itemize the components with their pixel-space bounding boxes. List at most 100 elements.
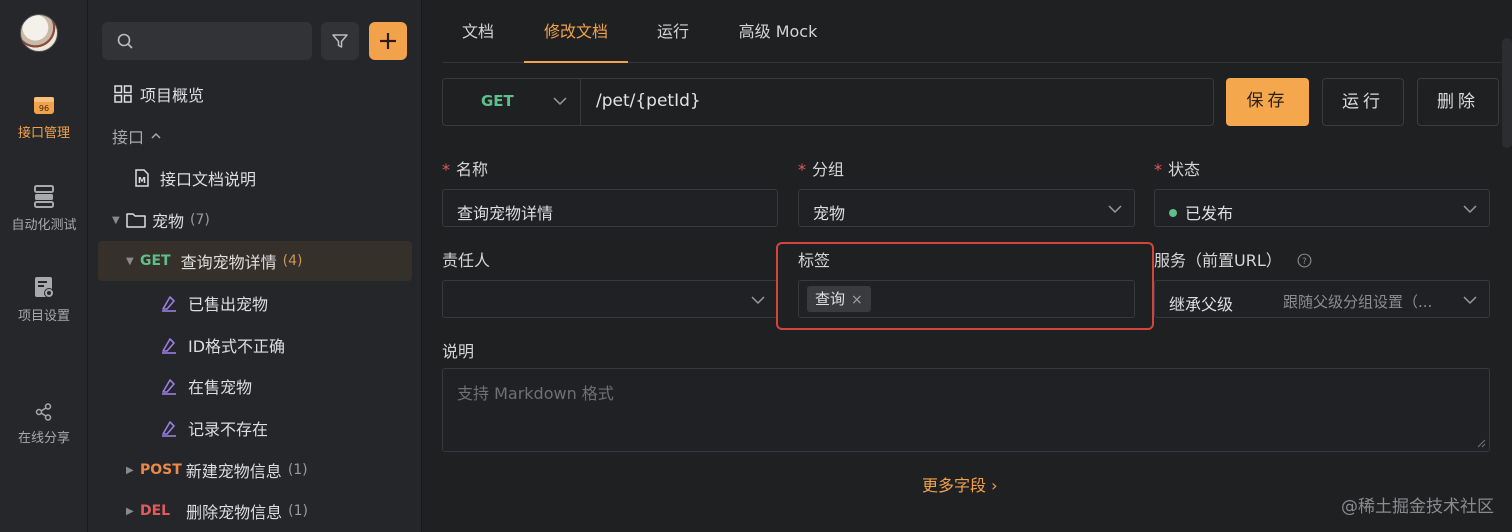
chevron-up-icon <box>151 132 161 139</box>
rail-item-automation-test[interactable]: 自动化测试 <box>0 184 88 233</box>
search-icon <box>117 33 133 49</box>
test-case-icon <box>162 338 176 354</box>
share-icon <box>35 403 52 421</box>
required-mark: * <box>442 160 450 179</box>
service-label-text: 服务（前置URL） <box>1154 251 1282 270</box>
folder-count: (7) <box>190 212 210 228</box>
method-badge: POST <box>140 462 182 478</box>
grid-icon <box>114 85 132 103</box>
delete-button[interactable]: 删除 <box>1417 78 1499 126</box>
search-input[interactable] <box>102 22 312 60</box>
status-value-wrap: 已发布 <box>1169 200 1233 224</box>
method-badge: GET <box>140 253 171 269</box>
plus-icon <box>380 33 396 49</box>
scrollbar[interactable] <box>1502 38 1512 148</box>
help-icon[interactable]: ? <box>1297 253 1312 268</box>
group-label-text: 分组 <box>812 160 845 179</box>
automation-test-icon <box>34 185 54 208</box>
status-dot <box>1169 209 1177 217</box>
path-input[interactable]: /pet/{petId} <box>596 91 701 111</box>
api-count: (1) <box>287 462 308 478</box>
required-mark: * <box>798 160 806 179</box>
chevron-down-icon <box>751 296 765 305</box>
svg-text:?: ? <box>1302 256 1306 266</box>
request-url-bar: GET /pet/{petId} <box>442 78 1214 126</box>
api-count: (4) <box>282 253 303 269</box>
doc-item-label: 接口文档说明 <box>160 170 257 189</box>
resize-handle-icon[interactable] <box>1476 438 1486 448</box>
name-field[interactable]: 查询宠物详情 <box>442 189 778 227</box>
service-value: 继承父级 <box>1169 295 1234 314</box>
caret-down-icon: ▼ <box>112 214 120 226</box>
service-hint: 跟随父级分组设置（... <box>1283 293 1433 311</box>
api-doc-item[interactable]: M 接口文档说明 <box>134 158 448 198</box>
svg-text:96: 96 <box>39 104 49 113</box>
rail-item-share[interactable]: 在线分享 <box>0 403 88 446</box>
api-item-del-pet[interactable]: ▶ DEL 删除宠物信息 (1) <box>126 491 440 531</box>
filter-icon <box>332 34 348 48</box>
save-button[interactable]: 保存 <box>1226 78 1309 126</box>
tab-run[interactable]: 运行 <box>655 0 691 63</box>
caret-right-icon: ▶ <box>126 505 134 517</box>
case-label: 在售宠物 <box>188 378 253 397</box>
owner-label: 责任人 <box>442 251 491 270</box>
tab-doc[interactable]: 文档 <box>460 0 496 63</box>
rail-item-project-settings[interactable]: 项目设置 <box>0 275 88 324</box>
api-editor: 文档 修改文档 运行 高级 Mock GET /pet/{petId} 保存 运… <box>422 0 1512 532</box>
rail-item-api-management[interactable]: 96 接口管理 <box>0 94 88 141</box>
test-case-icon <box>162 379 176 395</box>
api-count: (1) <box>288 503 308 519</box>
method-badge: DEL <box>140 503 171 519</box>
case-label: 已售出宠物 <box>188 295 269 314</box>
status-select[interactable]: 已发布 <box>1154 189 1490 227</box>
user-avatar[interactable] <box>20 14 58 52</box>
status-label-text: 状态 <box>1168 160 1201 179</box>
desc-label: 说明 <box>442 342 475 361</box>
status-value: 已发布 <box>1185 204 1234 223</box>
test-case-icon <box>162 296 176 312</box>
tab-advanced-mock[interactable]: 高级 Mock <box>736 0 820 63</box>
chevron-down-icon <box>1463 296 1477 305</box>
api-item-get-pet[interactable]: ▼ GET 查询宠物详情 (4) <box>98 241 412 281</box>
filter-button[interactable] <box>321 22 359 60</box>
project-overview-item[interactable]: 项目概览 <box>114 74 428 114</box>
method-value: GET <box>481 92 514 110</box>
svg-text:M: M <box>138 176 146 185</box>
tab-bar: 文档 修改文档 运行 高级 Mock <box>442 0 1510 63</box>
api-name: 查询宠物详情 <box>180 253 277 272</box>
desc-placeholder: 支持 Markdown 格式 <box>457 384 614 403</box>
caret-right-icon: ▶ <box>126 464 134 476</box>
caret-down-icon: ▼ <box>126 255 134 267</box>
owner-select[interactable] <box>442 280 778 318</box>
add-button[interactable] <box>369 22 407 60</box>
highlight-annotation <box>776 242 1154 330</box>
case-label: ID格式不正确 <box>188 337 286 356</box>
description-textarea[interactable]: 支持 Markdown 格式 <box>442 368 1490 452</box>
more-fields-link[interactable]: 更多字段 › <box>922 472 998 496</box>
folder-pets[interactable]: ▼ 宠物 (7) <box>112 200 426 240</box>
run-button[interactable]: 运行 <box>1322 78 1404 126</box>
api-name: 新建宠物信息 <box>185 462 282 481</box>
service-label: 服务（前置URL） ? <box>1154 247 1312 271</box>
method-select[interactable]: GET <box>443 79 581 125</box>
folder-name: 宠物 <box>152 212 185 231</box>
api-section-label: 接口 <box>112 128 145 147</box>
case-label: 记录不存在 <box>188 420 269 439</box>
api-tree-sidebar: 项目概览 接口 M 接口文档说明 ▼ 宠物 (7) ▼ GET 查询宠物详情 (… <box>88 0 422 532</box>
name-label: * 名称 <box>442 156 488 180</box>
api-management-icon: 96 <box>34 97 54 114</box>
status-label: * 状态 <box>1154 156 1200 180</box>
group-value: 宠物 <box>813 204 846 223</box>
test-case-icon <box>162 421 176 437</box>
tab-edit-doc[interactable]: 修改文档 <box>524 0 628 63</box>
required-mark: * <box>1154 160 1162 179</box>
group-select[interactable]: 宠物 <box>798 189 1135 227</box>
markdown-file-icon: M <box>135 169 149 187</box>
rail-label: 在线分享 <box>17 431 70 446</box>
rail-label: 自动化测试 <box>11 218 77 233</box>
service-select[interactable]: 继承父级 跟随父级分组设置（... <box>1154 280 1490 318</box>
api-item-post-pet[interactable]: ▶ POST 新建宠物信息 (1) <box>126 450 440 490</box>
api-section-header[interactable]: 接口 <box>112 116 426 156</box>
overview-label: 项目概览 <box>140 86 205 105</box>
rail-label: 项目设置 <box>17 309 70 324</box>
